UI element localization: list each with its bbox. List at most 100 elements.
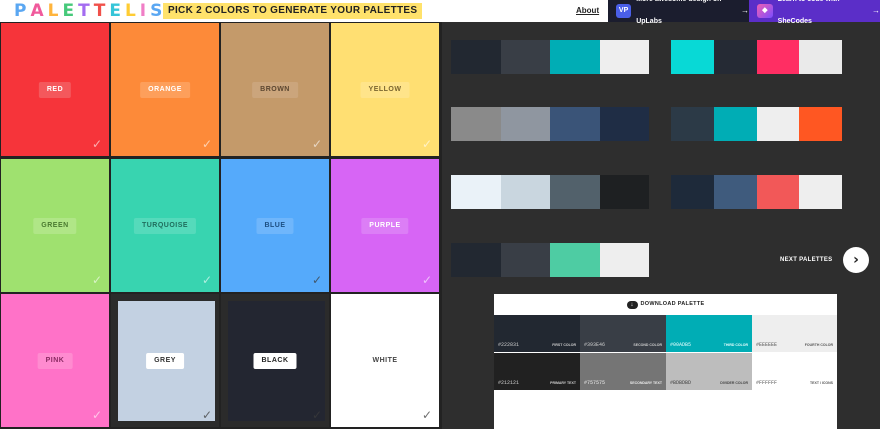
checkmark-icon: ✓ (91, 273, 102, 287)
color-option-brown[interactable]: BROWN ✓ (221, 23, 329, 156)
checkmark-icon: ✓ (311, 137, 322, 151)
palette-swatch (599, 175, 649, 209)
palette-swatch (713, 107, 757, 141)
hex-value: #BDBDBD (670, 380, 692, 386)
color-option-orange[interactable]: ORANGE ✓ (111, 23, 219, 156)
download-palette-button[interactable]: ↓ DOWNLOAD PALETTE (494, 294, 837, 315)
palette-swatch (500, 175, 550, 209)
color-role: SECOND COLOR (633, 343, 662, 347)
download-color-cell: #222831 FIRST COLOR (494, 315, 580, 352)
arrow-right-icon: → (741, 6, 749, 15)
color-picker-grid: RED ✓ ORANGE ✓ BROWN ✓ YELLOW ✓ GREEN ✓ TURQUOISE ✓… (0, 22, 442, 429)
palette-swatch (799, 175, 842, 209)
color-option-grey[interactable]: GREY ✓ (111, 294, 219, 427)
color-role: FOURTH COLOR (804, 343, 833, 347)
palette-swatch (599, 40, 649, 74)
color-option-pink[interactable]: PINK ✓ (1, 294, 109, 427)
download-color-cell: #00ADB5 THIRD COLOR (666, 315, 752, 352)
color-option-purple[interactable]: PURPLE ✓ (331, 159, 439, 292)
palette-swatch (550, 40, 600, 74)
checkmark-icon: ✓ (201, 408, 212, 422)
uplabs-promo-text: More awesome design on UpLabs (636, 0, 721, 25)
palette-option[interactable] (671, 107, 842, 141)
palette-swatch (550, 175, 600, 209)
hex-value: #393E46 (584, 342, 606, 348)
palette-swatch (500, 107, 550, 141)
color-option-blue[interactable]: BLUE ✓ (221, 159, 329, 292)
palette-swatch (671, 107, 714, 141)
logo-letter: I (139, 1, 151, 21)
color-role: DIVIDER COLOR (720, 381, 748, 385)
palette-swatch (671, 175, 714, 209)
palette-option[interactable] (451, 175, 649, 209)
palette-option[interactable] (671, 40, 842, 74)
color-option-black[interactable]: BLACK ✓ (221, 294, 329, 427)
palette-option[interactable] (451, 107, 649, 141)
logo[interactable]: PALETTELIST (14, 2, 182, 20)
hex-value: #00ADB5 (670, 342, 692, 348)
color-role: FIRST COLOR (552, 343, 576, 347)
color-label: RED (38, 82, 72, 98)
checkmark-icon: ✓ (91, 137, 102, 151)
palette-swatch (599, 243, 649, 277)
logo-letter: P (14, 1, 31, 21)
download-color-cell: #EEEEEE FOURTH COLOR (752, 315, 837, 352)
color-label: BLUE (256, 218, 294, 234)
download-color-cell: #BDBDBD DIVIDER COLOR (666, 353, 752, 390)
palette-swatch (799, 40, 842, 74)
hex-value: #EEEEEE (756, 342, 778, 348)
color-label: ORANGE (140, 82, 190, 98)
palette-swatch (451, 40, 501, 74)
logo-letter: T (78, 1, 94, 21)
download-color-cell: #757575 SECONDARY TEXT (580, 353, 666, 390)
palette-option[interactable] (451, 243, 649, 277)
shecodes-logo-icon: ◆ (757, 4, 773, 18)
hex-value: #FFFFFF (756, 380, 778, 386)
shecodes-promo-link[interactable]: ◆ Learn to code with SheCodes → (749, 0, 880, 25)
color-label: WHITE (372, 357, 398, 364)
uplabs-promo-link[interactable]: VP More awesome design on UpLabs → (608, 0, 749, 25)
palette-swatch (713, 40, 757, 74)
color-role: PRIMARY TEXT (550, 381, 576, 385)
color-option-turquoise[interactable]: TURQUOISE ✓ (111, 159, 219, 292)
download-palette-panel: ↓ DOWNLOAD PALETTE #222831 FIRST COLOR #393… (494, 294, 837, 429)
color-option-green[interactable]: GREEN ✓ (1, 159, 109, 292)
hex-value: #222831 (498, 342, 520, 348)
download-color-cell: #212121 PRIMARY TEXT (494, 353, 580, 390)
cloud-download-icon: ↓ (626, 301, 638, 309)
palette-swatch (599, 107, 649, 141)
palette-swatch (451, 243, 501, 277)
color-label: PURPLE (361, 218, 409, 234)
checkmark-icon: ✓ (311, 273, 322, 287)
color-role: TEXT / ICONS (810, 381, 833, 385)
chevron-right-icon[interactable]: › (843, 247, 869, 273)
palette-swatch (451, 175, 501, 209)
download-color-cell: #FFFFFF TEXT / ICONS (752, 353, 837, 390)
palette-option[interactable] (671, 175, 842, 209)
color-option-red[interactable]: RED ✓ (1, 23, 109, 156)
checkmark-icon: ✓ (421, 273, 432, 287)
color-label: BLACK (253, 353, 297, 369)
palette-swatch (799, 107, 842, 141)
palette-swatch (713, 175, 757, 209)
download-palette-label: DOWNLOAD PALETTE (640, 301, 705, 307)
checkmark-icon: ✓ (91, 408, 102, 422)
color-label: YELLOW (360, 82, 410, 98)
color-label: GREEN (33, 218, 77, 234)
next-palettes-label[interactable]: NEXT PALETTES (780, 255, 832, 265)
about-link[interactable]: About (576, 6, 599, 16)
logo-letter: T (93, 1, 110, 21)
palette-swatch (671, 40, 714, 74)
color-role: THIRD COLOR (723, 343, 748, 347)
palette-swatch (756, 40, 800, 74)
palette-option[interactable] (451, 40, 649, 74)
checkmark-icon: ✓ (421, 408, 432, 422)
checkmark-icon: ✓ (201, 273, 212, 287)
logo-letter: L (47, 1, 63, 21)
color-option-yellow[interactable]: YELLOW ✓ (331, 23, 439, 156)
hex-value: #757575 (584, 380, 606, 386)
palette-swatch (756, 107, 800, 141)
palette-swatch (500, 243, 550, 277)
palette-swatch (550, 107, 600, 141)
color-option-white[interactable]: WHITE ✓ (331, 294, 439, 427)
